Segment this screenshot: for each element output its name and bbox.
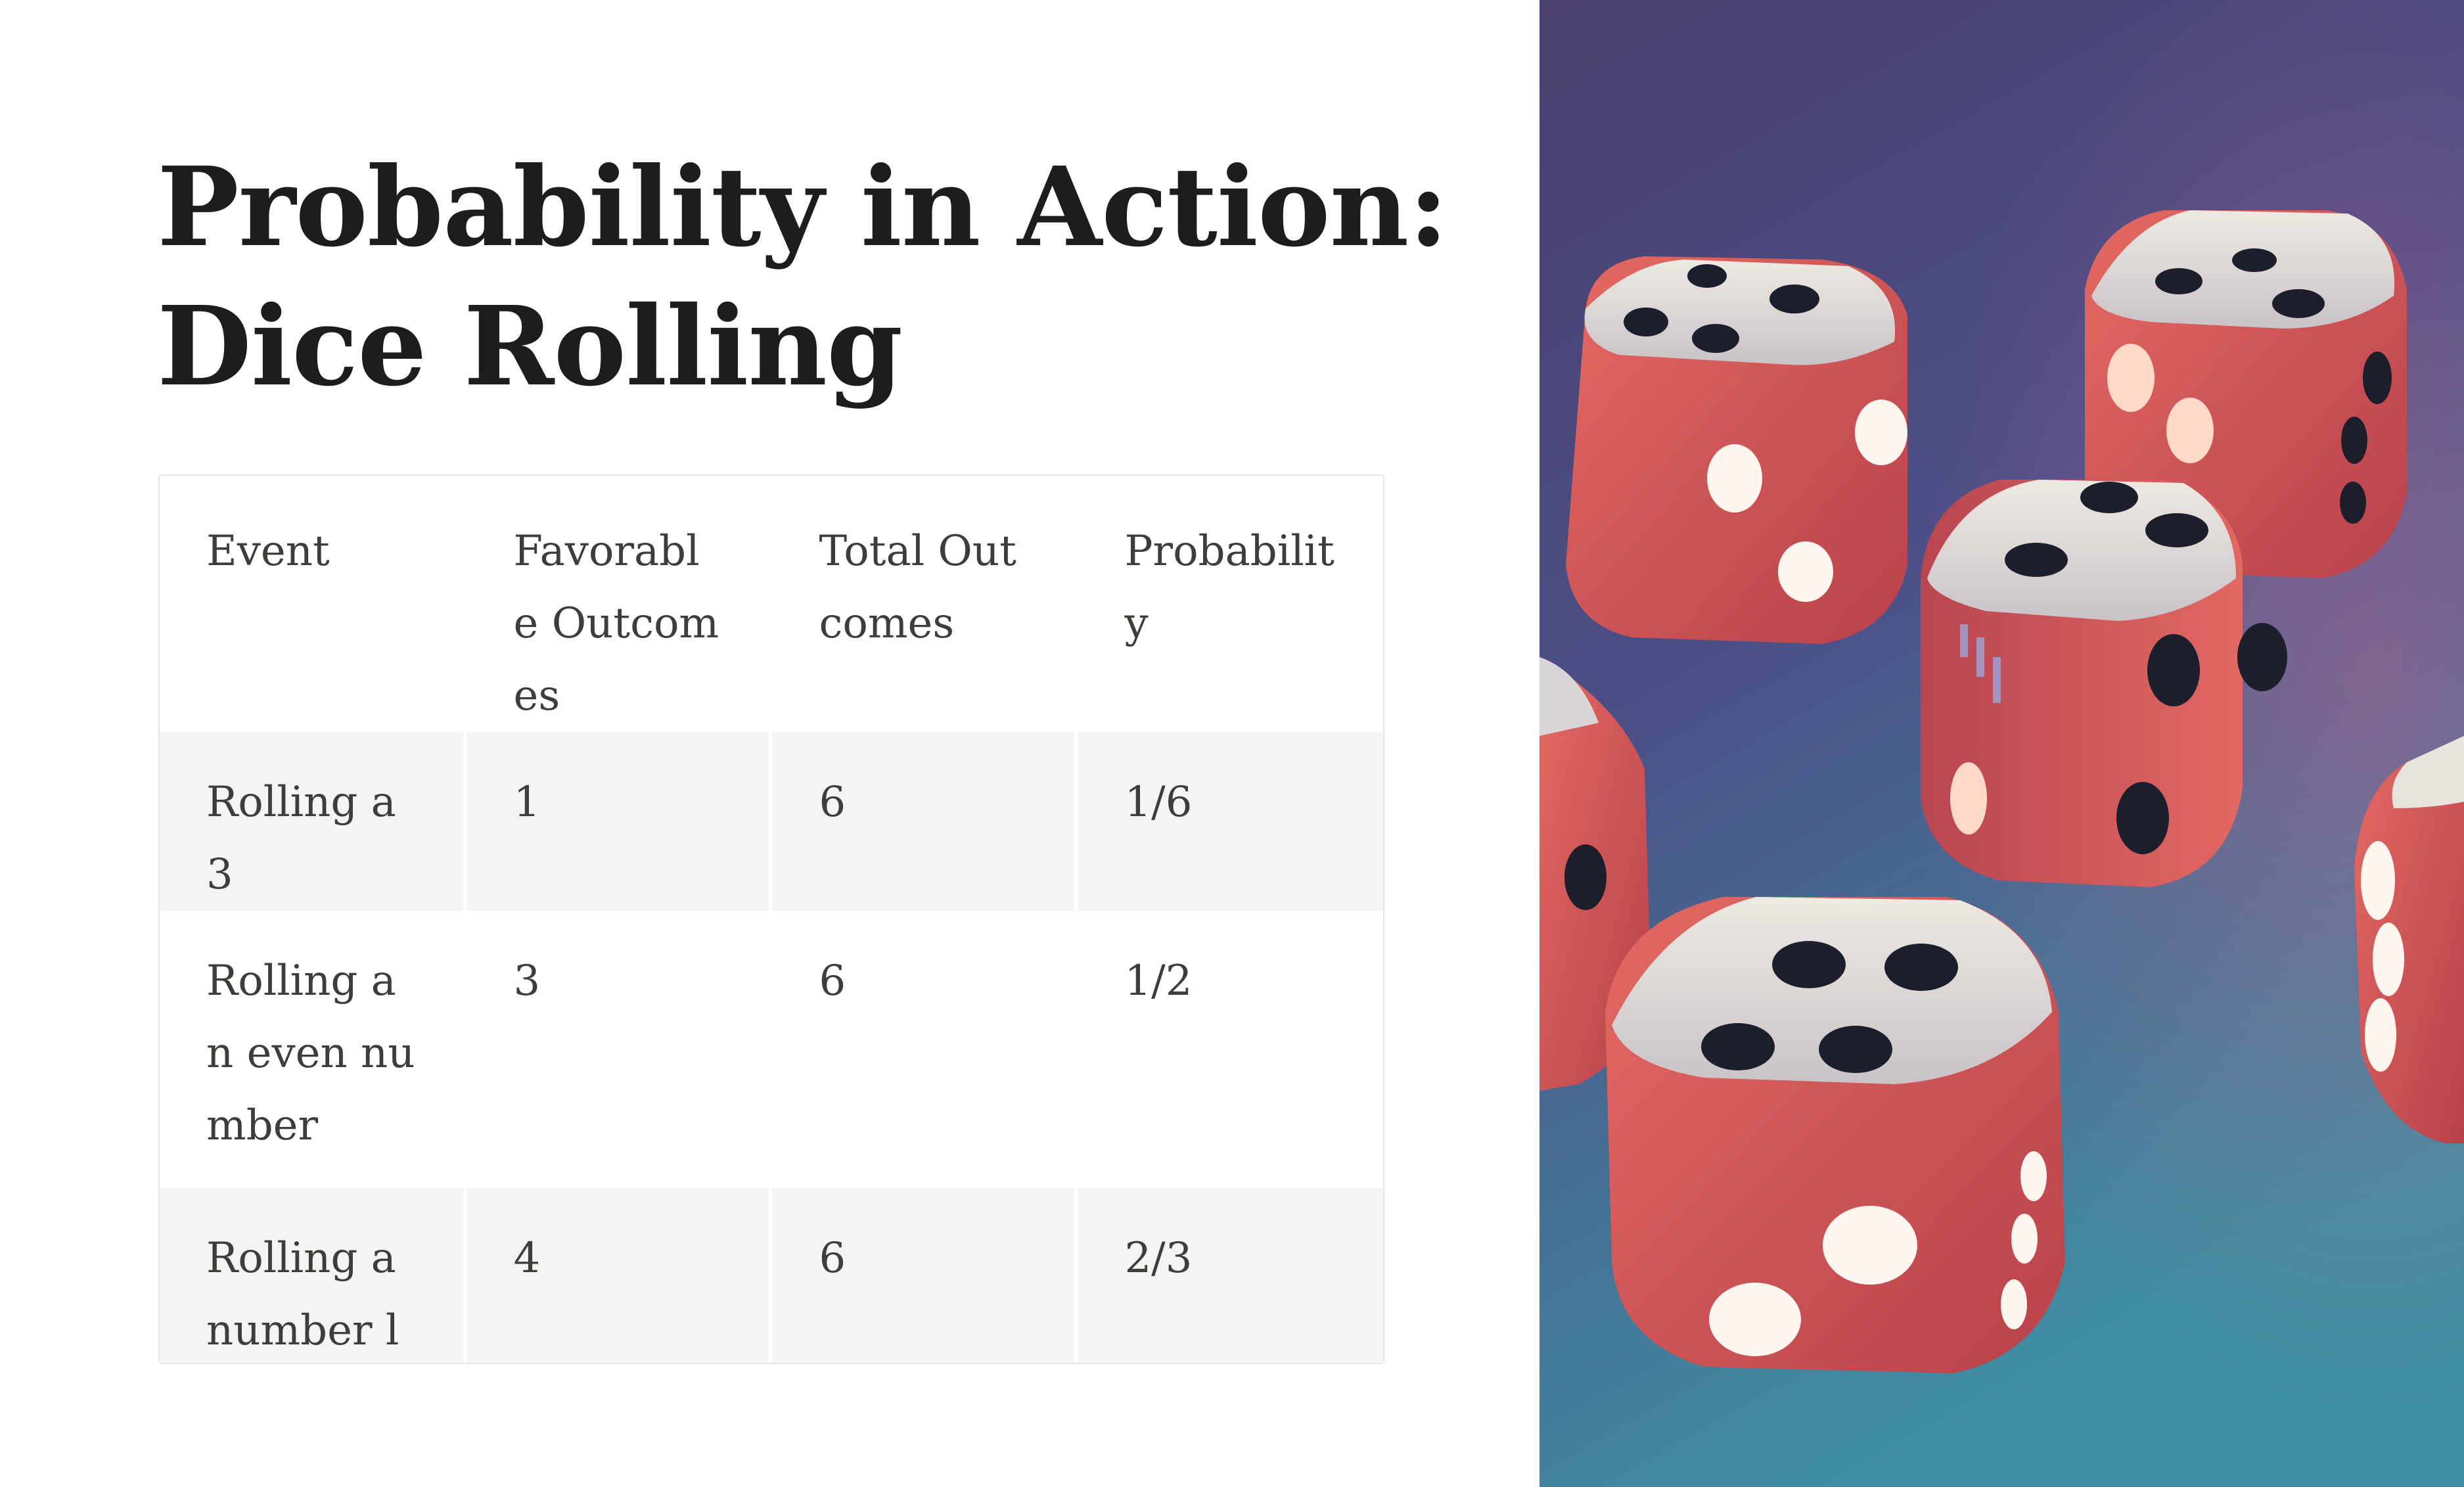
cell-event: Rolling a number less than 5 [160,1188,465,1363]
cell-total: 6 [769,1188,1076,1363]
probability-table: Event Favorable Outcomes Total Outcomes … [158,474,1384,1364]
cell-total: 6 [769,911,1076,1188]
content-panel: Probability in Action: Dice Rolling Even… [0,0,1540,1487]
cell-favorable: 3 [463,911,771,1188]
cell-probability: 1/6 [1074,732,1383,911]
header-event: Event [206,527,330,576]
dice-photo [1540,0,2464,1487]
table-header-row: Event Favorable Outcomes Total Outcomes … [160,476,1383,732]
slide-title: Probability in Action: Dice Rolling [157,138,1504,417]
title-line-1: Probability in Action: [157,143,1449,271]
cell-favorable: 1 [463,732,771,911]
cell-favorable: 4 [463,1188,771,1363]
cell-total: 6 [769,732,1076,911]
header-probability: Probability [1074,476,1383,732]
cell-event: Rolling an even number [160,911,465,1188]
table-row: Rolling an even number 3 6 1/2 [160,911,1383,1188]
cell-event: Rolling a 3 [160,732,465,911]
cell-probability: 2/3 [1074,1188,1383,1363]
table-row: Rolling a number less than 5 4 6 2/3 [160,1188,1383,1363]
die [1566,256,1907,644]
die [1605,897,2065,1373]
slide: Probability in Action: Dice Rolling Even… [0,0,2464,1487]
cell-probability: 1/2 [1074,911,1383,1188]
title-line-2: Dice Rolling [157,283,903,411]
header-total-outcomes: Total Outcomes [769,476,1076,732]
header-favorable-outcomes: Favorable Outcomes [463,476,771,732]
table-row: Rolling a 3 1 6 1/6 [160,732,1383,911]
